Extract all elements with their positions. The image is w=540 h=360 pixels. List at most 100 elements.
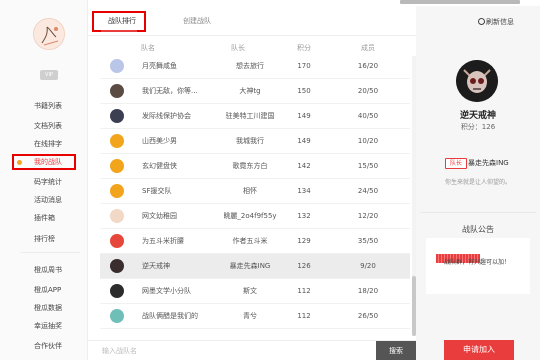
team-name-title: 逆天戒神	[459, 111, 496, 121]
table-row[interactable]: 网墨文学小分队 斯文 112 18/20	[100, 279, 410, 304]
search-bar: 搜索	[88, 340, 416, 360]
team-logo-icon	[110, 134, 124, 148]
team-leader: 作者五斗米	[232, 237, 268, 245]
team-name: 月亮舞咸鱼	[142, 62, 177, 70]
table-row[interactable]: SF援交队 相怀 134 24/50	[100, 179, 410, 204]
team-members: 26/50	[357, 312, 379, 320]
sidebar-item-ranking[interactable]: 排行榜	[34, 233, 94, 245]
sidebar-item-word-stats[interactable]: 码字统计	[34, 176, 94, 188]
team-name: 为五斗米折腰	[142, 237, 184, 245]
table-row[interactable]: 发际线保护协会 驻美特工川建国 149 40/50	[100, 104, 410, 129]
notice-text: 战队群，有兴趣可以加！	[444, 259, 511, 266]
table-row[interactable]: 玄幻健盘侠 歌霓东方白 142 15/50	[100, 154, 410, 179]
team-card: 逆天戒神 积分：126 队长 暴走先森ING 你生来就是让人仰望的。	[428, 58, 528, 198]
sidebar-item-data[interactable]: 橙瓜数据	[34, 302, 94, 314]
team-points: 170	[297, 62, 311, 70]
team-leader: 我城我行	[236, 137, 264, 145]
sidebar-item-documents[interactable]: 文档列表	[34, 120, 94, 132]
team-name: 玄幻健盘侠	[142, 162, 177, 170]
sidebar-item-typesetting[interactable]: 在线排字	[34, 138, 94, 150]
sidebar-item-weekly[interactable]: 橙瓜周书	[34, 264, 94, 276]
search-button[interactable]: 搜索	[376, 341, 416, 360]
skull-emblem-icon	[456, 60, 498, 102]
team-points: 134	[297, 187, 311, 195]
refresh-label: 刷新信息	[486, 18, 514, 26]
team-points: 142	[297, 162, 311, 170]
table-row[interactable]: 月亮舞咸鱼 想去旅行 170 16/20	[100, 54, 410, 79]
table-row[interactable]: 为五斗米折腰 作者五斗米 129 35/50	[100, 229, 410, 254]
team-name: 发际线保护协会	[142, 112, 191, 120]
team-points: 126	[297, 262, 311, 270]
table-row[interactable]: 战队俩醋是我们的 青兮 112 26/50	[100, 304, 410, 329]
team-logo-icon	[110, 309, 124, 323]
team-logo-icon	[110, 234, 124, 248]
panel-divider	[420, 212, 536, 213]
sidebar-item-lottery[interactable]: 幸运抽奖	[34, 320, 94, 332]
team-logo-icon	[110, 109, 124, 123]
team-points: 112	[297, 287, 311, 295]
team-members: 24/50	[357, 187, 379, 195]
team-name: 网墨文学小分队	[142, 287, 191, 295]
leader-name[interactable]: 暴走先森ING	[468, 158, 509, 169]
team-logo-icon	[110, 159, 124, 173]
team-leader: 青兮	[243, 312, 257, 320]
team-leader: 斯文	[243, 287, 257, 295]
team-name: 我们无敌，你等...	[142, 87, 198, 95]
team-points: 150	[297, 87, 311, 95]
team-name: 山西美少男	[142, 137, 177, 145]
vip-badge: VIP	[40, 70, 58, 80]
team-members: 16/20	[357, 62, 379, 70]
team-table: 月亮舞咸鱼 想去旅行 170 16/20 我们无敌，你等... 大神tg 150…	[100, 54, 416, 336]
team-members: 15/50	[357, 162, 379, 170]
team-members: 35/50	[357, 237, 379, 245]
team-leader: 想去旅行	[236, 62, 264, 70]
team-members: 12/20	[357, 212, 379, 220]
sidebar-item-messages[interactable]: 活动消息	[34, 194, 94, 206]
team-logo-icon	[110, 184, 124, 198]
tab-underline	[101, 30, 137, 32]
team-points: 149	[297, 137, 311, 145]
active-dot-icon	[17, 160, 22, 165]
team-name: SF援交队	[142, 187, 172, 195]
table-row[interactable]: 网文幼稚园 眺麗_2o4f9f55y 132 12/20	[100, 204, 410, 229]
tab-create-team[interactable]: 创建战队	[183, 13, 211, 29]
team-name: 逆天戒神	[142, 262, 170, 270]
apply-join-button[interactable]: 申请加入	[444, 340, 514, 360]
team-members: 9/20	[360, 262, 376, 270]
team-points: 112	[297, 312, 311, 320]
team-logo-icon	[110, 59, 124, 73]
notice-box: 战队群，有兴趣可以加！	[426, 238, 530, 294]
team-name: 战队俩醋是我们的	[142, 312, 198, 320]
team-points-text: 积分：126	[460, 123, 496, 131]
sidebar-item-app[interactable]: 橙瓜APP	[34, 284, 94, 296]
team-leader: 大神tg	[239, 87, 261, 95]
team-points: 132	[297, 212, 311, 220]
sidebar: VIP 书籍列表 文档列表 在线排字 我的战队 码字统计 活动消息 插件箱 排行…	[0, 0, 88, 360]
team-members: 40/50	[357, 112, 379, 120]
team-leader: 眺麗_2o4f9f55y	[223, 212, 277, 220]
refresh-icon	[478, 18, 485, 25]
team-logo-icon	[456, 60, 498, 102]
tab-team-ranking[interactable]: 战队排行	[108, 13, 136, 29]
team-members: 18/20	[357, 287, 379, 295]
table-row[interactable]: 山西美少男 我城我行 149 10/20	[100, 129, 410, 154]
team-points: 149	[297, 112, 311, 120]
sidebar-item-my-team[interactable]: 我的战队	[34, 156, 94, 168]
team-logo-icon	[110, 284, 124, 298]
team-logo-icon	[110, 84, 124, 98]
leader-tag: 队长	[445, 158, 468, 169]
sidebar-item-books[interactable]: 书籍列表	[34, 100, 94, 112]
blurred-header-text	[400, 0, 520, 4]
team-points: 129	[297, 237, 311, 245]
table-row-selected[interactable]: 逆天戒神 暴走先森ING 126 9/20	[100, 254, 410, 279]
sidebar-item-partners[interactable]: 合作伙伴	[34, 340, 94, 352]
notice-title: 战队公告	[462, 225, 494, 234]
table-row[interactable]: 我们无敌，你等... 大神tg 150 20/50	[100, 79, 410, 104]
avatar[interactable]	[33, 18, 65, 50]
sidebar-item-plugins[interactable]: 插件箱	[34, 212, 94, 224]
team-leader: 相怀	[243, 187, 257, 195]
team-members: 20/50	[357, 87, 379, 95]
team-leader: 暴走先森ING	[229, 262, 271, 270]
search-input[interactable]	[102, 344, 342, 358]
refresh-button[interactable]: 刷新信息	[478, 16, 514, 28]
